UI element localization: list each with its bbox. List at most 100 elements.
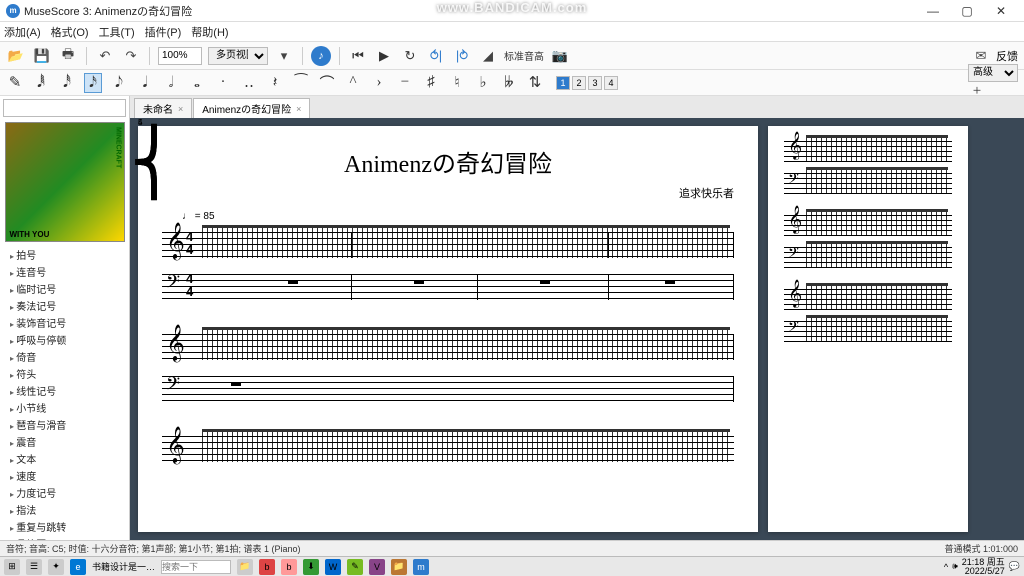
palette-item[interactable]: 倚音 — [0, 348, 129, 365]
taskbar-app[interactable]: 书籍设计是一… — [92, 560, 155, 573]
natural-icon[interactable]: ♮ — [448, 73, 466, 93]
close-button[interactable]: ✕ — [984, 4, 1018, 18]
notification-icon[interactable]: 💬 — [1009, 561, 1020, 572]
tab-untitled[interactable]: 未命名× — [134, 98, 192, 118]
edge-icon[interactable]: e — [70, 559, 86, 575]
notes[interactable] — [202, 432, 730, 462]
note-whole-icon[interactable]: 𝅝 — [188, 73, 206, 93]
dot-icon[interactable]: · — [214, 73, 232, 93]
taskbar-search[interactable] — [161, 560, 231, 574]
open-icon[interactable]: 📂 — [6, 46, 26, 66]
score-composer[interactable]: 追求快乐者 — [162, 185, 734, 201]
play-icon[interactable]: ▶ — [374, 46, 394, 66]
tie-icon[interactable]: ⁀ — [292, 73, 310, 93]
taskview-icon[interactable]: ☰ — [26, 559, 42, 575]
treble-staff[interactable]: 𝄞 — [162, 428, 734, 470]
sharp-icon[interactable]: ♯ — [422, 73, 440, 93]
tray-icon[interactable]: ^ — [944, 562, 948, 572]
notes[interactable] — [202, 330, 730, 360]
palette-item[interactable]: 拍号 — [0, 246, 129, 263]
app-icon[interactable]: ✦ — [48, 559, 64, 575]
palette-item[interactable]: 装饰音记号 — [0, 314, 129, 331]
notes[interactable] — [202, 228, 730, 258]
loop-icon[interactable]: ↻ — [400, 46, 420, 66]
view-select[interactable]: 多页视图 — [208, 47, 268, 65]
double-flat-icon[interactable]: 𝄫 — [500, 73, 518, 93]
note-quarter-icon[interactable]: 𝅘𝅥 — [136, 73, 154, 93]
note-64th-icon[interactable]: 𝅘𝅥𝅱 — [32, 73, 50, 93]
concert-pitch-button[interactable]: 标准音高 — [504, 48, 544, 63]
palette-search-input[interactable] — [3, 99, 126, 117]
voice-4-button[interactable]: 4 — [604, 76, 618, 90]
time-signature[interactable]: 44 — [186, 272, 193, 298]
note-half-icon[interactable]: 𝅗𝅥 — [162, 73, 180, 93]
taskbar-icon[interactable]: ✎ — [347, 559, 363, 575]
rewind-icon[interactable]: ⏮ — [348, 46, 368, 66]
taskbar-icon[interactable]: ⬇ — [303, 559, 319, 575]
taskbar-icon[interactable]: V — [369, 559, 385, 575]
bass-staff[interactable]: 𝄢 44 — [162, 266, 734, 308]
metronome-icon[interactable]: ◢ — [478, 46, 498, 66]
palette-item[interactable]: 文本 — [0, 450, 129, 467]
score-page-2[interactable]: 13 𝄞 𝄢 16 𝄞 𝄢 18 𝄞 𝄢 — [768, 126, 968, 532]
palette-item[interactable]: 速度 — [0, 467, 129, 484]
taskbar-icon[interactable]: b — [259, 559, 275, 575]
capture-icon[interactable]: 📷 — [550, 46, 570, 66]
rest-icon[interactable]: 𝄽 — [266, 73, 284, 93]
palette-item[interactable]: 临时记号 — [0, 280, 129, 297]
menu-format[interactable]: 格式(O) — [51, 24, 89, 40]
start-icon[interactable]: ⊞ — [4, 559, 20, 575]
palette-item[interactable]: 奏法记号 — [0, 297, 129, 314]
score-page-1[interactable]: Animenzの奇幻冒险 追求快乐者 ♩ = 85 ⎨ 𝄞 44 𝄢 — [138, 126, 758, 532]
print-icon[interactable]: 🖶 — [58, 46, 78, 66]
menu-help[interactable]: 帮助(H) — [191, 24, 228, 40]
treble-staff[interactable]: 𝄞 — [162, 326, 734, 368]
dropdown-icon[interactable]: ▾ — [274, 46, 294, 66]
note-16th-icon[interactable]: 𝅘𝅥𝅯 — [84, 73, 102, 93]
zoom-input[interactable] — [158, 47, 202, 65]
voice-1-button[interactable]: 1 — [556, 76, 570, 90]
time-signature[interactable]: 44 — [186, 230, 193, 256]
palette-item[interactable]: 琶音与滑音 — [0, 416, 129, 433]
tenuto-icon[interactable]: − — [396, 73, 414, 93]
double-dot-icon[interactable]: ‥ — [240, 73, 258, 93]
score-title[interactable]: Animenzの奇幻冒险 — [162, 144, 734, 179]
taskbar-icon[interactable]: 📁 — [391, 559, 407, 575]
menu-plugins[interactable]: 插件(P) — [145, 24, 182, 40]
palette-item[interactable]: 力度记号 — [0, 484, 129, 501]
palette-item[interactable]: 小节线 — [0, 399, 129, 416]
flip-icon[interactable]: ⇅ — [526, 73, 544, 93]
close-icon[interactable]: × — [296, 104, 301, 114]
tray-icon[interactable]: 🕪 — [952, 561, 958, 572]
menu-tools[interactable]: 工具(T) — [99, 24, 135, 40]
mail-icon[interactable]: ✉ — [971, 46, 991, 66]
tempo-marking[interactable]: ♩ = 85 — [182, 211, 734, 222]
maximize-button[interactable]: ▢ — [950, 4, 984, 18]
voice-3-button[interactable]: 3 — [588, 76, 602, 90]
taskbar-icon[interactable]: W — [325, 559, 341, 575]
score-viewport[interactable]: Animenzの奇幻冒险 追求快乐者 ♩ = 85 ⎨ 𝄞 44 𝄢 — [130, 118, 1024, 540]
loop-out-icon[interactable]: |⥁ — [452, 46, 472, 66]
note-input-mode-icon[interactable]: ✎ — [6, 73, 24, 93]
slur-icon[interactable]: ⌒ — [318, 73, 336, 93]
palette-item[interactable]: 品格图 — [0, 535, 129, 540]
redo-icon[interactable]: ↷ — [121, 46, 141, 66]
palette-item[interactable]: 指法 — [0, 501, 129, 518]
palette-item[interactable]: 呼吸与停顿 — [0, 331, 129, 348]
menu-add[interactable]: 添加(A) — [4, 24, 41, 40]
palette-item[interactable]: 连音号 — [0, 263, 129, 280]
palette-item[interactable]: 震音 — [0, 433, 129, 450]
palette-item[interactable]: 线性记号 — [0, 382, 129, 399]
taskbar-icon[interactable]: m — [413, 559, 429, 575]
treble-staff[interactable]: 𝄞 44 — [162, 224, 734, 266]
palette-item[interactable]: 符头 — [0, 365, 129, 382]
minimize-button[interactable]: — — [916, 4, 950, 18]
loop-in-icon[interactable]: ⥀| — [426, 46, 446, 66]
accent-icon[interactable]: › — [370, 73, 388, 93]
palette-item[interactable]: 重复与跳转 — [0, 518, 129, 535]
note-32nd-icon[interactable]: 𝅘𝅥𝅰 — [58, 73, 76, 93]
taskbar-icon[interactable]: b — [281, 559, 297, 575]
note-8th-icon[interactable]: 𝅘𝅥𝅮 — [110, 73, 128, 93]
workspace-select[interactable]: 高级 — [968, 64, 1018, 82]
bass-staff[interactable]: 𝄢 — [162, 368, 734, 410]
